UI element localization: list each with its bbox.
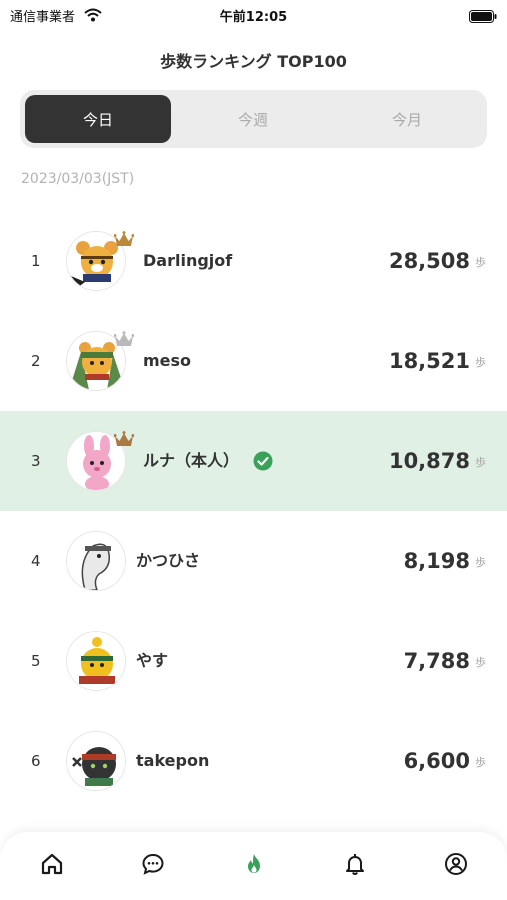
step-unit: 歩: [475, 656, 486, 669]
ranking-row-self[interactable]: 3 ルナ（本人） 10,878 歩: [0, 411, 507, 511]
step-count: 18,521: [388, 349, 470, 373]
avatar: [66, 631, 126, 691]
chat-icon[interactable]: [141, 852, 165, 876]
bronze-crown-icon: [113, 431, 135, 452]
ranking-date: 2023/03/03(JST): [21, 171, 135, 187]
rank-number: 2: [31, 352, 41, 370]
profile-icon[interactable]: [444, 852, 468, 876]
step-unit: 歩: [475, 756, 486, 769]
user-name: takepon: [136, 751, 210, 770]
ranking-row[interactable]: 4 かつひさ 8,198 歩: [0, 511, 507, 611]
ranking-row[interactable]: 2 meso 18,521 歩: [0, 311, 507, 411]
ranking-row[interactable]: 1 Darlingjof 28,508 歩: [0, 211, 507, 311]
step-unit: 歩: [475, 356, 486, 369]
rank-number: 6: [31, 752, 41, 770]
user-name: Darlingjof: [143, 251, 233, 270]
flame-icon[interactable]: [242, 852, 266, 876]
step-unit: 歩: [475, 456, 486, 469]
home-icon[interactable]: [40, 852, 64, 876]
user-name: かつひさ: [136, 551, 201, 570]
page-title: 歩数ランキング TOP100: [160, 52, 347, 71]
user-name: ルナ（本人）: [143, 451, 240, 470]
avatar: [66, 531, 126, 591]
tab-this-week[interactable]: 今週: [180, 95, 326, 143]
bell-icon[interactable]: [343, 852, 367, 876]
step-count: 10,878: [388, 449, 470, 473]
battery-icon: [469, 8, 497, 27]
bottom-tab-bar: [0, 832, 507, 900]
rank-number: 1: [31, 252, 41, 270]
ranking-list: 1 Darlingjof 28,508 歩 2 meso 18,521 歩 3 …: [0, 211, 507, 811]
rank-number: 3: [31, 452, 41, 470]
step-unit: 歩: [475, 256, 486, 269]
avatar: [66, 731, 126, 791]
user-name: やす: [136, 651, 169, 670]
verified-check-icon: [253, 451, 273, 475]
clock: 午前12:05: [219, 10, 288, 25]
gold-crown-icon: [113, 231, 135, 252]
ranking-row[interactable]: 5 やす 7,788 歩: [0, 611, 507, 711]
rank-number: 5: [31, 652, 41, 670]
user-name: meso: [143, 351, 192, 370]
step-count: 6,600: [403, 749, 470, 773]
ranking-row[interactable]: 6 takepon 6,600 歩: [0, 711, 507, 811]
rank-number: 4: [31, 552, 41, 570]
status-bar: 通信事業者 午前12:05: [0, 0, 507, 30]
tab-today[interactable]: 今日: [25, 95, 171, 143]
tab-this-month[interactable]: 今月: [334, 95, 480, 143]
step-unit: 歩: [475, 556, 486, 569]
step-count: 28,508: [388, 249, 470, 273]
step-count: 8,198: [403, 549, 470, 573]
period-segmented-control: 今日 今週 今月: [20, 90, 487, 148]
silver-crown-icon: [113, 331, 135, 352]
step-count: 7,788: [403, 649, 470, 673]
